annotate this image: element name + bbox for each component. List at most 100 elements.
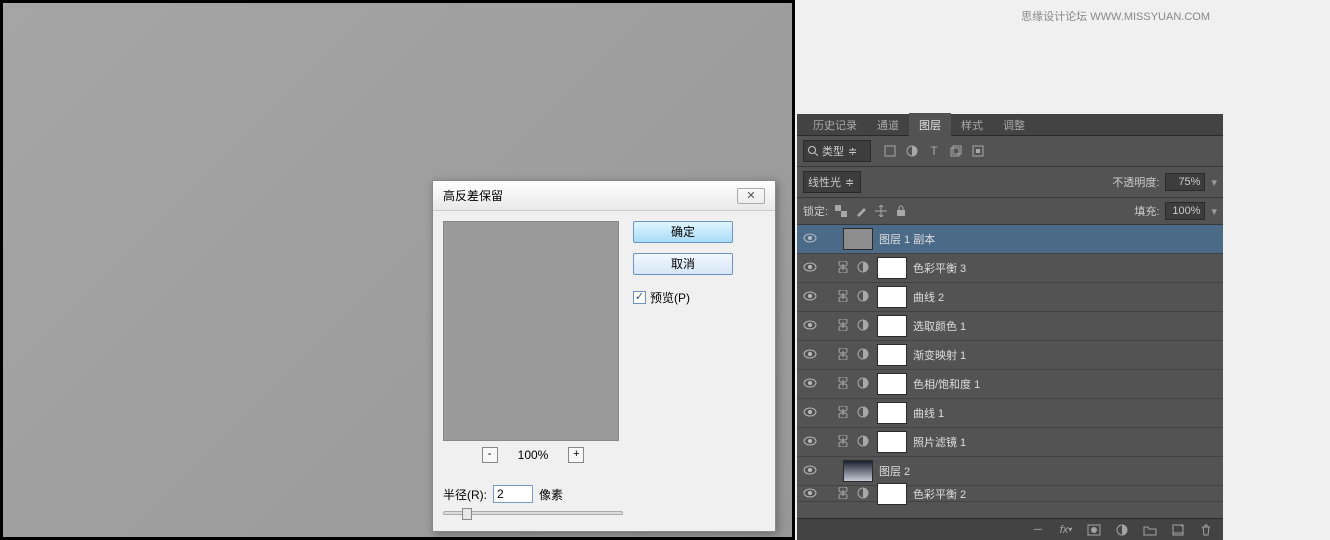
filter-type-icon[interactable]: T xyxy=(927,144,941,158)
fill-input[interactable]: 100% xyxy=(1165,202,1205,220)
link-icon xyxy=(837,261,851,275)
visibility-icon[interactable] xyxy=(803,319,817,333)
layer-row[interactable]: 色彩平衡 2 xyxy=(797,486,1223,502)
close-button[interactable]: ✕ xyxy=(737,188,765,204)
layer-row[interactable]: 曲线 1 xyxy=(797,399,1223,428)
radius-slider[interactable] xyxy=(443,511,623,515)
watermark: 思缘设计论坛 WWW.MISSYUAN.COM xyxy=(1021,8,1210,24)
visibility-icon[interactable] xyxy=(803,261,817,275)
preview-thumbnail[interactable] xyxy=(443,221,619,441)
layer-row[interactable]: 色彩平衡 3 xyxy=(797,254,1223,283)
layer-name: 图层 2 xyxy=(879,463,910,479)
delete-layer-icon[interactable] xyxy=(1199,523,1213,537)
adjustment-icon xyxy=(857,261,871,275)
group-icon[interactable] xyxy=(1143,523,1157,537)
opacity-input[interactable]: 75% xyxy=(1165,173,1205,191)
filter-adjustment-icon[interactable] xyxy=(905,144,919,158)
lock-transparency-icon[interactable] xyxy=(834,204,848,218)
filter-smart-icon[interactable] xyxy=(971,144,985,158)
slider-thumb[interactable] xyxy=(462,508,472,520)
visibility-icon[interactable] xyxy=(803,290,817,304)
filter-type-select[interactable]: 类型 ≑ xyxy=(803,140,871,162)
tab-adjustments[interactable]: 调整 xyxy=(993,113,1035,137)
preview-checkbox[interactable]: ✓ xyxy=(633,291,646,304)
mask-thumbnail[interactable] xyxy=(877,373,907,395)
visibility-icon[interactable] xyxy=(803,232,817,246)
mask-thumbnail[interactable] xyxy=(877,344,907,366)
layer-name: 渐变映射 1 xyxy=(913,347,966,363)
layer-row[interactable]: 渐变映射 1 xyxy=(797,341,1223,370)
link-icon xyxy=(837,348,851,362)
layer-name: 选取颜色 1 xyxy=(913,318,966,334)
zoom-in-button[interactable]: + xyxy=(568,447,584,463)
dialog-titlebar[interactable]: 高反差保留 ✕ xyxy=(433,181,775,211)
layer-row[interactable]: 照片滤镜 1 xyxy=(797,428,1223,457)
layer-thumbnail[interactable] xyxy=(843,228,873,250)
lock-label: 锁定: xyxy=(803,203,828,219)
layer-row[interactable]: 曲线 2 xyxy=(797,283,1223,312)
visibility-icon[interactable] xyxy=(803,406,817,420)
layer-thumbnail[interactable] xyxy=(843,460,873,482)
radius-label: 半径(R): xyxy=(443,486,487,503)
ok-button[interactable]: 确定 xyxy=(633,221,733,243)
visibility-icon[interactable] xyxy=(803,487,817,501)
adjustment-icon xyxy=(857,487,871,501)
adjustment-icon xyxy=(857,290,871,304)
radius-unit: 像素 xyxy=(539,486,563,503)
adjustment-icon xyxy=(857,348,871,362)
tab-layers[interactable]: 图层 xyxy=(909,113,951,137)
blend-mode-value: 线性光 xyxy=(808,174,841,190)
layer-row[interactable]: 图层 1 副本 xyxy=(797,225,1223,254)
mask-thumbnail[interactable] xyxy=(877,402,907,424)
new-layer-icon[interactable] xyxy=(1171,523,1185,537)
panels: 历史记录 通道 图层 样式 调整 类型 ≑ T 线性光 ≑ 不透明度: 75% … xyxy=(797,114,1223,540)
filter-shape-icon[interactable] xyxy=(949,144,963,158)
lock-pixels-icon[interactable] xyxy=(854,204,868,218)
layer-name: 照片滤镜 1 xyxy=(913,434,966,450)
adjustment-layer-icon[interactable] xyxy=(1115,523,1129,537)
visibility-icon[interactable] xyxy=(803,377,817,391)
high-pass-dialog: 高反差保留 ✕ - 100% + 半径(R): 像素 确定 取消 ✓ xyxy=(432,180,776,532)
link-icon xyxy=(837,377,851,391)
radius-input[interactable] xyxy=(493,485,533,503)
link-icon xyxy=(837,435,851,449)
visibility-icon[interactable] xyxy=(803,348,817,362)
mask-thumbnail[interactable] xyxy=(877,257,907,279)
layers-list: 图层 1 副本色彩平衡 3 曲线 2 选取颜色 1 渐变映射 1 色相/饱和度 1 曲线 … xyxy=(797,225,1223,502)
mask-thumbnail[interactable] xyxy=(877,483,907,505)
tab-channels[interactable]: 通道 xyxy=(867,113,909,137)
mask-thumbnail[interactable] xyxy=(877,431,907,453)
filter-pixel-icon[interactable] xyxy=(883,144,897,158)
lock-position-icon[interactable] xyxy=(874,204,888,218)
tab-history[interactable]: 历史记录 xyxy=(803,113,867,137)
lock-all-icon[interactable] xyxy=(894,204,908,218)
link-icon xyxy=(837,319,851,333)
visibility-icon[interactable] xyxy=(803,464,817,478)
layer-mask-icon[interactable] xyxy=(1087,523,1101,537)
link-layers-icon[interactable] xyxy=(1031,523,1045,537)
layer-name: 曲线 2 xyxy=(913,289,944,305)
layer-name: 色彩平衡 3 xyxy=(913,260,966,276)
visibility-icon[interactable] xyxy=(803,435,817,449)
layer-row[interactable]: 图层 2 xyxy=(797,457,1223,486)
blend-mode-select[interactable]: 线性光 ≑ xyxy=(803,171,861,193)
fill-label: 填充: xyxy=(1134,203,1159,219)
layer-style-icon[interactable]: fx▾ xyxy=(1059,523,1073,537)
layer-name: 图层 1 副本 xyxy=(879,231,935,247)
panel-tabs: 历史记录 通道 图层 样式 调整 xyxy=(797,114,1223,136)
layer-name: 色相/饱和度 1 xyxy=(913,376,980,392)
layer-row[interactable]: 选取颜色 1 xyxy=(797,312,1223,341)
link-icon xyxy=(837,290,851,304)
opacity-label: 不透明度: xyxy=(1112,174,1159,190)
adjustment-icon xyxy=(857,435,871,449)
adjustment-icon xyxy=(857,319,871,333)
mask-thumbnail[interactable] xyxy=(877,315,907,337)
adjustment-icon xyxy=(857,377,871,391)
tab-styles[interactable]: 样式 xyxy=(951,113,993,137)
layer-row[interactable]: 色相/饱和度 1 xyxy=(797,370,1223,399)
cancel-button[interactable]: 取消 xyxy=(633,253,733,275)
link-icon xyxy=(837,487,851,501)
filter-type-label: 类型 xyxy=(822,143,844,159)
zoom-out-button[interactable]: - xyxy=(482,447,498,463)
mask-thumbnail[interactable] xyxy=(877,286,907,308)
